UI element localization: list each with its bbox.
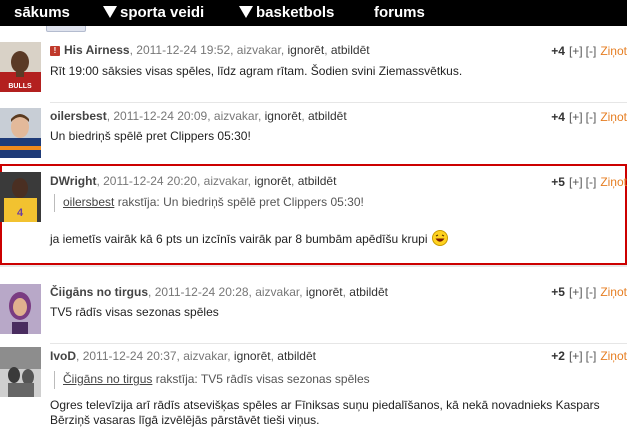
comment-author[interactable]: His Airness <box>64 43 130 57</box>
reply-link[interactable]: atbildēt <box>298 174 337 188</box>
svg-text:BULLS: BULLS <box>8 83 32 90</box>
comment-votes: +4 [+] [-] Ziņot <box>551 109 627 125</box>
quote-author-link[interactable]: Čiigāns no tirgus <box>63 372 152 386</box>
top-navigation-bar: sākums sporta veidi basketbols forums <box>0 0 627 26</box>
comment-text: Un biedriņš spēlē pret Clippers 05:30! <box>50 129 251 143</box>
comment-item: IvoD, 2011-12-24 20:37, aizvakar, ignorē… <box>0 347 627 444</box>
avatar[interactable] <box>0 347 41 397</box>
avatar[interactable]: BULLS <box>0 42 41 92</box>
nav-sports-dropdown[interactable]: sporta veidi <box>103 4 204 22</box>
comment-divider <box>50 102 627 103</box>
comment-meta: Čiigāns no tirgus, 2011-12-24 20:28, aiz… <box>50 285 388 299</box>
upvote-button[interactable]: [+] <box>569 44 583 58</box>
laughing-smiley-icon <box>431 230 448 246</box>
quote-wrote-label: rakstīja: <box>117 195 160 209</box>
comment-author[interactable]: IvoD <box>50 349 76 363</box>
comment-text: Ogres televīzija arī rādīs atsevišķas sp… <box>50 398 600 427</box>
comment-date: 2011-12-24 20:28 <box>154 285 249 299</box>
quote-text: TV5 rādīs visas sezonas spēles <box>200 372 370 386</box>
quote-text: Un biedriņš spēlē pret Clippers 05:30! <box>163 195 364 209</box>
comment-text: Rīt 19:00 sāksies visas spēles, līdz agr… <box>50 64 463 78</box>
avatar[interactable] <box>0 108 41 158</box>
downvote-button[interactable]: [-] <box>586 175 597 189</box>
downvote-button[interactable]: [-] <box>586 44 597 58</box>
quote-block: Čiigāns no tirgus rakstīja: TV5 rādīs vi… <box>54 371 370 389</box>
comment-item: oilersbest, 2011-12-24 20:09, aizvakar, … <box>0 106 627 162</box>
comment-item: BULLS ! His Airness, 2011-12-24 19:52, ai… <box>0 40 627 100</box>
report-link[interactable]: Ziņot <box>600 44 627 58</box>
reply-link[interactable]: atbildēt <box>277 349 316 363</box>
comment-divider <box>50 343 627 344</box>
comment-meta: oilersbest, 2011-12-24 20:09, aizvakar, … <box>50 109 347 123</box>
nav-home[interactable]: sākums <box>14 4 70 22</box>
avatar[interactable] <box>0 284 41 334</box>
ignore-link[interactable]: ignorēt <box>265 109 302 123</box>
vote-score: +5 <box>551 285 565 299</box>
yesterday-link[interactable]: aizvakar <box>183 349 227 363</box>
highlight-shadow <box>0 265 627 267</box>
yesterday-link[interactable]: aizvakar <box>255 285 299 299</box>
quote-author-link[interactable]: oilersbest <box>63 195 114 209</box>
vote-score: +4 <box>551 44 565 58</box>
avatar[interactable]: 4 <box>0 172 41 222</box>
report-link[interactable]: Ziņot <box>600 349 627 363</box>
yesterday-link[interactable]: aizvakar <box>237 43 281 57</box>
comment-votes: +5 [+] [-] Ziņot <box>551 284 627 300</box>
comment-meta: ! His Airness, 2011-12-24 19:52, aizvakar… <box>50 42 370 58</box>
downvote-button[interactable]: [-] <box>586 349 597 363</box>
comment-date: 2011-12-24 20:20 <box>103 174 197 188</box>
reply-link[interactable]: atbildēt <box>331 43 370 57</box>
upvote-button[interactable]: [+] <box>569 175 583 189</box>
upvote-button[interactable]: [+] <box>569 349 583 363</box>
comment-votes: +4 [+] [-] Ziņot <box>551 43 627 59</box>
nav-basketball-dropdown[interactable]: basketbols <box>239 4 334 22</box>
ignore-link[interactable]: ignorēt <box>306 285 343 299</box>
downvote-button[interactable]: [-] <box>586 285 597 299</box>
comment-date: 2011-12-24 20:09 <box>113 109 208 123</box>
vote-score: +2 <box>551 349 565 363</box>
upvote-button[interactable]: [+] <box>569 285 583 299</box>
yesterday-link[interactable]: aizvakar <box>204 174 248 188</box>
comment-text: TV5 rādīs visas sezonas spēles <box>50 305 219 319</box>
comment-votes: +2 [+] [-] Ziņot <box>551 348 627 364</box>
facebook-like-button-edge[interactable] <box>46 26 86 32</box>
nav-sports-label: sporta veidi <box>120 4 205 21</box>
flag-icon: ! <box>50 46 60 56</box>
quote-block: oilersbest rakstīja: Un biedriņš spēlē p… <box>54 194 364 212</box>
comment-item-highlighted: 4 DWright, 2011-12-24 20:20, aizvakar, i… <box>0 172 627 262</box>
comment-date: 2011-12-24 20:37 <box>82 349 177 363</box>
ignore-link[interactable]: ignorēt <box>234 349 271 363</box>
comment-author[interactable]: Čiigāns no tirgus <box>50 285 148 299</box>
comment-text: ja iemetīs vairāk kā 6 pts un izcīnīs va… <box>50 232 428 246</box>
nav-forums[interactable]: forums <box>374 4 425 22</box>
comment-date: 2011-12-24 19:52 <box>136 43 231 57</box>
comment-text-line: ja iemetīs vairāk kā 6 pts un izcīnīs va… <box>50 230 448 247</box>
report-link[interactable]: Ziņot <box>600 110 627 124</box>
downvote-button[interactable]: [-] <box>586 110 597 124</box>
comment-meta: IvoD, 2011-12-24 20:37, aizvakar, ignorē… <box>50 349 316 363</box>
dropdown-arrow-icon <box>103 6 117 18</box>
comment-author[interactable]: oilersbest <box>50 109 107 123</box>
vote-score: +4 <box>551 110 565 124</box>
comment-item: Čiigāns no tirgus, 2011-12-24 20:28, aiz… <box>0 282 627 342</box>
ignore-link[interactable]: ignorēt <box>288 43 325 57</box>
comment-author[interactable]: DWright <box>50 174 96 188</box>
quote-wrote-label: rakstīja: <box>155 372 198 386</box>
upvote-button[interactable]: [+] <box>569 110 583 124</box>
report-link[interactable]: Ziņot <box>600 175 627 189</box>
nav-basketball-label: basketbols <box>256 4 335 21</box>
ignore-link[interactable]: ignorēt <box>254 174 291 188</box>
svg-text:4: 4 <box>17 207 24 219</box>
dropdown-arrow-icon <box>239 6 253 18</box>
vote-score: +5 <box>551 175 565 189</box>
reply-link[interactable]: atbildēt <box>308 109 347 123</box>
reply-link[interactable]: atbildēt <box>349 285 388 299</box>
yesterday-link[interactable]: aizvakar <box>214 109 258 123</box>
comment-votes: +5 [+] [-] Ziņot <box>551 174 627 190</box>
comment-meta: DWright, 2011-12-24 20:20, aizvakar, ign… <box>50 174 337 188</box>
report-link[interactable]: Ziņot <box>600 285 627 299</box>
